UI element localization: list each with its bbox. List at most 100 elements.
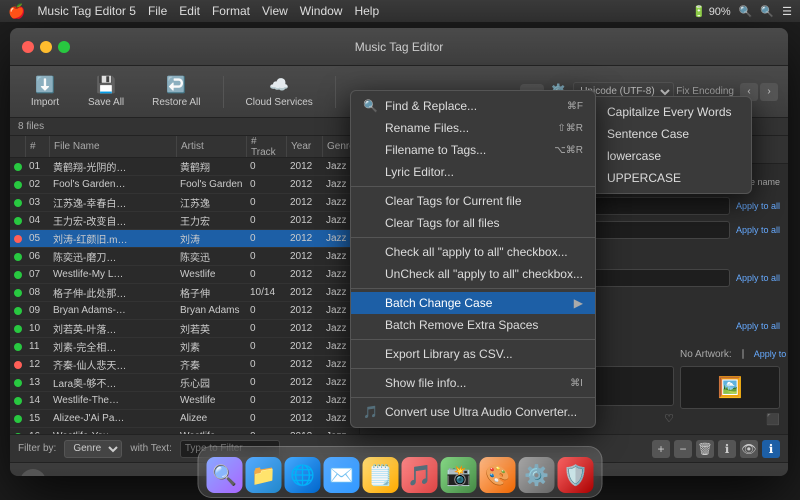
table-row[interactable]: 10 刘若英-叶落… 刘若英 0 2012 Jazz	[10, 320, 359, 338]
table-row[interactable]: 12 齐秦-仙人悲天… 齐秦 0 2012 Jazz	[10, 356, 359, 374]
dock-settings[interactable]: ⚙️	[519, 457, 555, 493]
submenu-item-uppercase[interactable]: UPPERCASE	[573, 167, 751, 189]
file-menu[interactable]: File	[148, 4, 167, 18]
menu-item-clear-tags-for-all-files[interactable]: Clear Tags for all files	[351, 212, 595, 234]
col-header-track[interactable]: # Track	[247, 136, 287, 157]
table-row[interactable]: 11 刘素-完全相… 刘素 0 2012 Jazz	[10, 338, 359, 356]
dock-music[interactable]: 🎵	[402, 457, 438, 493]
menu-item-label: Filename to Tags...	[385, 143, 486, 157]
table-row[interactable]: 16 Westlife-You… Westlife 0 2012 Jazz	[10, 428, 359, 434]
table-row[interactable]: 05 刘涛-红颜旧.m… 刘涛 0 2012 Jazz	[10, 230, 359, 248]
col-header-num[interactable]: #	[26, 136, 50, 157]
row-track: 0	[247, 215, 287, 226]
menu-item-uncheck-all-apply-to-all-checkbox-[interactable]: UnCheck all "apply to all" checkbox...	[351, 263, 595, 285]
help-menu[interactable]: Help	[354, 4, 379, 18]
nav-right-button[interactable]: ›	[760, 83, 778, 101]
row-filename: Westlife-You…	[50, 431, 177, 434]
restore-all-button[interactable]: ↩️ Restore All	[142, 71, 210, 112]
artwork-apply-btn[interactable]: Apply to All	[754, 349, 788, 359]
table-row[interactable]: 04 王力宏-改变自… 王力宏 0 2012 Jazz	[10, 212, 359, 230]
dock-photos[interactable]: 📸	[441, 457, 477, 493]
add-file-button[interactable]: +	[652, 440, 670, 458]
col-header-name[interactable]: File Name	[50, 136, 177, 157]
dock-siri[interactable]: 🔍	[207, 457, 243, 493]
artwork-area[interactable]: 🖼️	[680, 366, 780, 409]
artwork-checkbox[interactable]	[742, 349, 744, 359]
with-text-label: with Text:	[130, 443, 172, 454]
menu-item-lyric-editor-[interactable]: Lyric Editor...	[351, 161, 595, 183]
menu-item-check-all-apply-to-all-checkbox-[interactable]: Check all "apply to all" checkbox...	[351, 241, 595, 263]
row-artist: 刘素	[177, 339, 247, 354]
info-button[interactable]: ℹ	[718, 440, 736, 458]
table-row[interactable]: 06 陈奕迅-磨刀… 陈奕迅 0 2012 Jazz	[10, 248, 359, 266]
delete-file-button[interactable]: 🗑	[696, 440, 714, 458]
menu-item-rename-files-[interactable]: Rename Files...⇧⌘R	[351, 117, 595, 139]
row-year: 2012	[287, 161, 323, 172]
menu-item-batch-remove-extra-spaces[interactable]: Batch Remove Extra Spaces	[351, 314, 595, 336]
dock-finder[interactable]: 📁	[246, 457, 282, 493]
play-button[interactable]: ▶	[20, 469, 46, 477]
cloud-services-button[interactable]: ☁️ Cloud Services	[236, 71, 323, 112]
artist-apply-btn[interactable]: Apply to all	[736, 201, 780, 211]
table-row[interactable]: 13 Lara奥-够不… 乐心园 0 2012 Jazz	[10, 374, 359, 392]
row-filename: 刘涛-红颜旧.m…	[50, 231, 177, 246]
submenu-item-lowercase[interactable]: lowercase	[573, 145, 751, 167]
import-button[interactable]: ⬇️ Import	[20, 71, 70, 112]
table-row[interactable]: 07 Westlife-My L… Westlife 0 2012 Jazz	[10, 266, 359, 284]
minimize-button[interactable]	[40, 41, 52, 53]
apple-menu[interactable]: 🍎	[8, 3, 25, 20]
dock-sketch[interactable]: 🎨	[480, 457, 516, 493]
submenu-item-sentence-case[interactable]: Sentence Case	[573, 123, 751, 145]
remove-file-button[interactable]: −	[674, 440, 692, 458]
album-artist-apply-btn[interactable]: Apply to all	[736, 225, 780, 235]
table-row[interactable]: 03 江苏逸-幸春白… 江苏逸 0 2012 Jazz	[10, 194, 359, 212]
menu-item-show-file-info-[interactable]: Show file info...⌘I	[351, 372, 595, 394]
row-year: 2012	[287, 323, 323, 334]
dock-security[interactable]: 🛡️	[558, 457, 594, 493]
lyric-heart-icon[interactable]: ♡	[664, 412, 674, 425]
window-menu[interactable]: Window	[300, 4, 343, 18]
table-row[interactable]: 02 Fool's Garden… Fool's Garden 0 2012 J…	[10, 176, 359, 194]
eye-button[interactable]: 👁	[740, 440, 758, 458]
table-row[interactable]: 08 格子伸-此处那… 格子伸 10/14 2012 Jazz	[10, 284, 359, 302]
menu-item-find-replace-[interactable]: 🔍Find & Replace...⌘F	[351, 95, 595, 117]
table-row[interactable]: 14 Westlife-The… Westlife 0 2012 Jazz	[10, 392, 359, 410]
grouping-apply-btn[interactable]: Apply to all	[736, 273, 780, 283]
menu-item-batch-change-case[interactable]: Batch Change Case▶	[351, 292, 595, 314]
artwork-action-icon[interactable]: ⬛	[766, 413, 780, 426]
release-apply-btn[interactable]: Apply to all	[736, 321, 780, 331]
spotlight-icon[interactable]: 🔍	[760, 5, 774, 18]
menu-divider	[351, 339, 595, 340]
control-center-icon[interactable]: ☰	[782, 5, 792, 18]
col-header-artist[interactable]: Artist	[177, 136, 247, 157]
table-row[interactable]: 01 黄鹤翔-光阴的… 黄鹤翔 0 2012 Jazz	[10, 158, 359, 176]
menu-item-convert-use-ultra-audio-converter-[interactable]: 🎵Convert use Ultra Audio Converter...	[351, 401, 595, 423]
dock-mail[interactable]: ✉️	[324, 457, 360, 493]
table-row[interactable]: 09 Bryan Adams-… Bryan Adams 0 2012 Jazz	[10, 302, 359, 320]
info2-button[interactable]: ℹ	[762, 440, 780, 458]
status-dot	[14, 199, 22, 207]
format-menu[interactable]: Format	[212, 4, 250, 18]
dock-globe[interactable]: 🌐	[285, 457, 321, 493]
menu-item-label: Clear Tags for all files	[385, 216, 500, 230]
save-all-button[interactable]: 💾 Save All	[78, 71, 134, 112]
maximize-button[interactable]	[58, 41, 70, 53]
menu-item-icon: 🎵	[363, 405, 377, 419]
table-row[interactable]: 15 Alizee-J'Ai Pa… Alizee 0 2012 Jazz	[10, 410, 359, 428]
submenu-item-label: UPPERCASE	[607, 171, 681, 185]
menu-item-label: Check all "apply to all" checkbox...	[385, 245, 568, 259]
file-list-body[interactable]: 01 黄鹤翔-光阴的… 黄鹤翔 0 2012 Jazz 02 Fool's Ga…	[10, 158, 359, 434]
submenu-item-capitalize-every-words[interactable]: Capitalize Every Words	[573, 101, 751, 123]
view-menu[interactable]: View	[262, 4, 288, 18]
menu-item-clear-tags-for-current-file[interactable]: Clear Tags for Current file	[351, 190, 595, 212]
menu-item-filename-to-tags-[interactable]: Filename to Tags...⌥⌘R	[351, 139, 595, 161]
title-bar: Music Tag Editor	[10, 28, 788, 66]
menu-item-export-library-as-csv-[interactable]: Export Library as CSV...	[351, 343, 595, 365]
edit-menu[interactable]: Edit	[179, 4, 200, 18]
app-menu-name[interactable]: Music Tag Editor 5	[37, 4, 136, 18]
status-dot-cell	[10, 253, 26, 261]
col-header-year[interactable]: Year	[287, 136, 323, 157]
dock-notes[interactable]: 🗒️	[363, 457, 399, 493]
filter-genre-select[interactable]: Genre	[64, 440, 122, 458]
close-button[interactable]	[22, 41, 34, 53]
